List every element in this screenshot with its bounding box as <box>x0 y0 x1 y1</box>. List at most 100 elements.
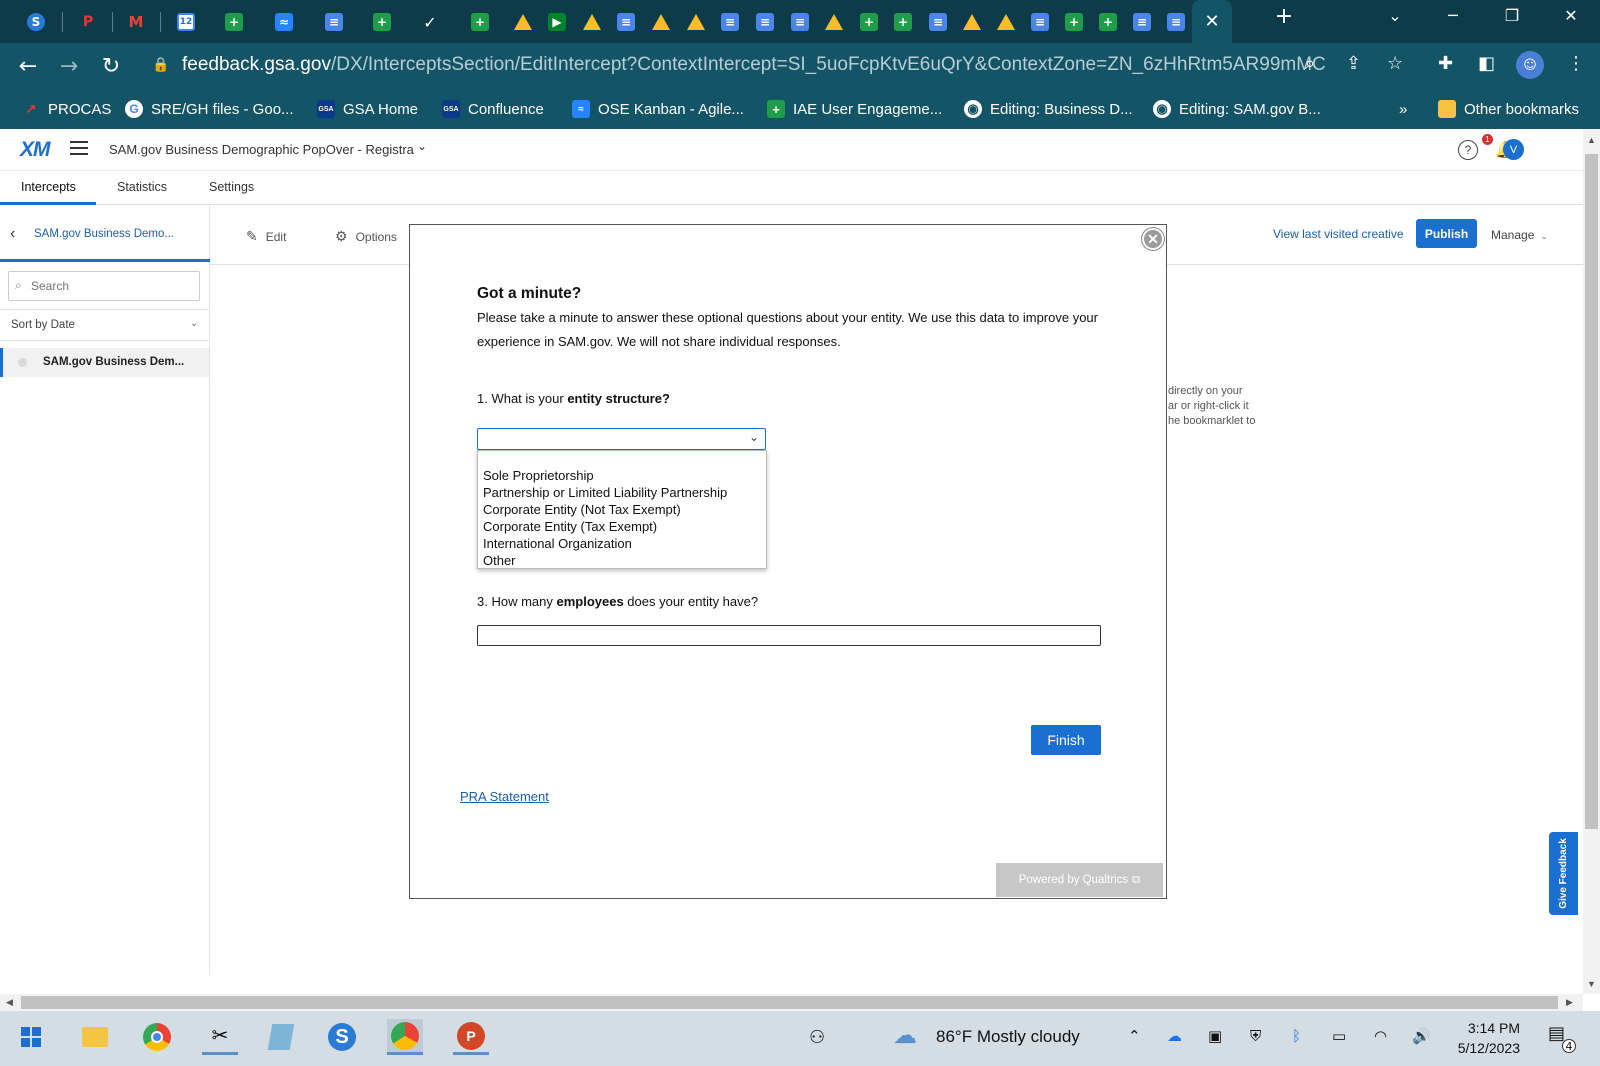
people-icon[interactable]: ⚇ <box>809 1027 825 1048</box>
entity-structure-select[interactable]: ⌄ <box>477 428 766 450</box>
tab-jira[interactable]: ≈ <box>268 6 300 38</box>
dropdown-option[interactable]: Partnership or Limited Liability Partner… <box>478 484 766 501</box>
notepad-icon[interactable] <box>263 1019 299 1055</box>
tab-sheets[interactable]: + <box>366 6 398 38</box>
tab-drive[interactable] <box>680 6 712 38</box>
project-title[interactable]: SAM.gov Business Demographic PopOver - R… <box>109 142 414 157</box>
security-shield-icon[interactable]: ⛨ <box>1250 1027 1261 1045</box>
restore-icon[interactable]: ❐ <box>1492 6 1532 25</box>
bookmark-gsa-home[interactable]: GSA GSA Home <box>317 97 418 121</box>
bookmark-editing-samgov[interactable]: ◉ Editing: SAM.gov B... <box>1153 97 1321 121</box>
close-icon[interactable]: ✕ <box>1142 228 1164 250</box>
tab-calendar[interactable]: 12 <box>170 6 202 38</box>
onedrive-icon[interactable]: ☁ <box>1167 1027 1182 1045</box>
tab-sheets[interactable]: + <box>1058 6 1090 38</box>
powerpoint-icon[interactable]: P <box>453 1019 489 1055</box>
publish-button[interactable]: Publish <box>1416 219 1477 248</box>
xm-logo[interactable]: XM <box>20 138 50 162</box>
tab-docs[interactable]: ≡ <box>714 6 746 38</box>
weather-icon[interactable]: ☁ <box>893 1021 917 1049</box>
horizontal-scrollbar[interactable]: ◀ ▶ <box>0 994 1583 1011</box>
active-tab-close-icon[interactable]: ✕ <box>1192 0 1232 43</box>
tab-sheets[interactable]: + <box>464 6 496 38</box>
give-feedback-tab[interactable]: Give Feedback <box>1549 832 1578 915</box>
dropdown-option[interactable]: Corporate Entity (Not Tax Exempt) <box>478 501 766 518</box>
wifi-icon[interactable]: ◠ <box>1374 1027 1387 1045</box>
tray-chevron-up-icon[interactable]: ⌃ <box>1128 1027 1141 1045</box>
bookmark-editing-business[interactable]: ◉ Editing: Business D... <box>964 97 1133 121</box>
tab-drive[interactable] <box>507 6 539 38</box>
profile-icon[interactable]: ☺ <box>1516 51 1544 79</box>
tab-sheets[interactable]: + <box>853 6 885 38</box>
tab-statistics[interactable]: Statistics <box>117 180 167 194</box>
new-tab-button[interactable]: + <box>1264 4 1304 29</box>
display-icon[interactable]: ▣ <box>1208 1027 1222 1045</box>
bookmark-iae-user-engagement[interactable]: + IAE User Engageme... <box>767 97 942 121</box>
scroll-left-icon[interactable]: ◀ <box>6 997 13 1008</box>
chrome-icon[interactable] <box>139 1019 175 1055</box>
bookmark-procas[interactable]: ↗ PROCAS <box>22 97 112 121</box>
bluetooth-icon[interactable]: ᛒ <box>1292 1027 1301 1045</box>
scroll-thumb[interactable] <box>21 996 1558 1009</box>
menu-dots-icon[interactable]: ⋮ <box>1567 53 1585 74</box>
window-close-icon[interactable]: ✕ <box>1551 6 1591 25</box>
snipping-tool-icon[interactable]: ✂ <box>202 1019 238 1055</box>
reload-icon[interactable]: ↻ <box>96 51 126 81</box>
dropdown-option[interactable]: Sole Proprietorship <box>478 467 766 484</box>
bookmark-ose-kanban[interactable]: ≈ OSE Kanban - Agile... <box>572 97 744 121</box>
bookmark-star-icon[interactable]: ☆ <box>1387 53 1403 74</box>
help-icon[interactable]: ? <box>1458 140 1478 160</box>
tab-check[interactable]: ✓ <box>414 6 446 38</box>
view-last-visited-link[interactable]: View last visited creative <box>1273 227 1404 241</box>
back-arrow-icon[interactable]: ← <box>13 51 43 81</box>
dropdown-option[interactable]: International Organization <box>478 535 766 552</box>
scroll-down-icon[interactable]: ▼ <box>1587 979 1596 989</box>
tab-docs[interactable]: ≡ <box>1126 6 1158 38</box>
side-panel-icon[interactable]: ◧ <box>1478 53 1495 74</box>
tab-drive[interactable] <box>956 6 988 38</box>
chevron-down-icon[interactable]: ⌄ <box>417 139 427 153</box>
vertical-scrollbar[interactable]: ▲ ▼ <box>1583 129 1600 994</box>
tab-docs[interactable]: ≡ <box>1160 6 1192 38</box>
options-button[interactable]: ⚙ Options <box>335 228 397 245</box>
search-box[interactable]: ⌕ <box>8 271 200 301</box>
chrome-profile-icon[interactable] <box>387 1019 423 1055</box>
tab-settings[interactable]: Settings <box>209 180 254 194</box>
zoom-icon[interactable]: ⌕ <box>1305 53 1315 74</box>
tab-docs[interactable]: ≡ <box>749 6 781 38</box>
tab-sam[interactable]: S <box>20 6 52 38</box>
sort-dropdown[interactable]: Sort by Date ⌄ <box>0 309 209 341</box>
list-item[interactable]: SAM.gov Business Dem... <box>0 348 209 377</box>
volume-icon[interactable]: 🔊 <box>1412 1027 1431 1045</box>
scroll-thumb[interactable] <box>1585 154 1598 829</box>
file-explorer-icon[interactable] <box>77 1019 113 1055</box>
tab-drive[interactable] <box>990 6 1022 38</box>
weather-text[interactable]: 86°F Mostly cloudy <box>936 1027 1080 1047</box>
bookmark-confluence[interactable]: GSA Confluence <box>442 97 544 121</box>
tab-gmail[interactable]: M <box>120 6 152 38</box>
tab-docs[interactable]: ≡ <box>1024 6 1056 38</box>
edit-button[interactable]: ✎ Edit <box>246 228 286 245</box>
tab-docs[interactable]: ≡ <box>784 6 816 38</box>
tab-sheets[interactable]: + <box>887 6 919 38</box>
tab-meet[interactable]: ▶ <box>541 6 573 38</box>
tab-docs[interactable]: ≡ <box>610 6 642 38</box>
extensions-icon[interactable]: ✚ <box>1438 53 1453 74</box>
url-field[interactable]: feedback.gsa.gov/DX/InterceptsSection/Ed… <box>182 54 1326 76</box>
other-bookmarks[interactable]: Other bookmarks <box>1438 97 1579 121</box>
minimize-icon[interactable]: ─ <box>1433 6 1473 25</box>
windows-start-icon[interactable] <box>13 1019 49 1055</box>
clock[interactable]: 3:14 PM 5/12/2023 <box>1440 1018 1520 1058</box>
forward-arrow-icon[interactable]: → <box>54 51 84 81</box>
tab-docs[interactable]: ≡ <box>318 6 350 38</box>
pra-statement-link[interactable]: PRA Statement <box>460 789 549 804</box>
bookmarks-overflow-button[interactable]: » <box>1399 97 1407 121</box>
avatar[interactable]: V <box>1503 139 1524 160</box>
tab-sheets[interactable]: + <box>218 6 250 38</box>
search-input[interactable] <box>31 277 191 295</box>
tab-search-chevron-icon[interactable]: ⌄ <box>1375 6 1415 25</box>
tab-drive[interactable] <box>645 6 677 38</box>
tab-procas[interactable]: P <box>72 6 104 38</box>
employees-input[interactable] <box>477 625 1101 646</box>
dropdown-option[interactable]: Other <box>478 552 766 569</box>
